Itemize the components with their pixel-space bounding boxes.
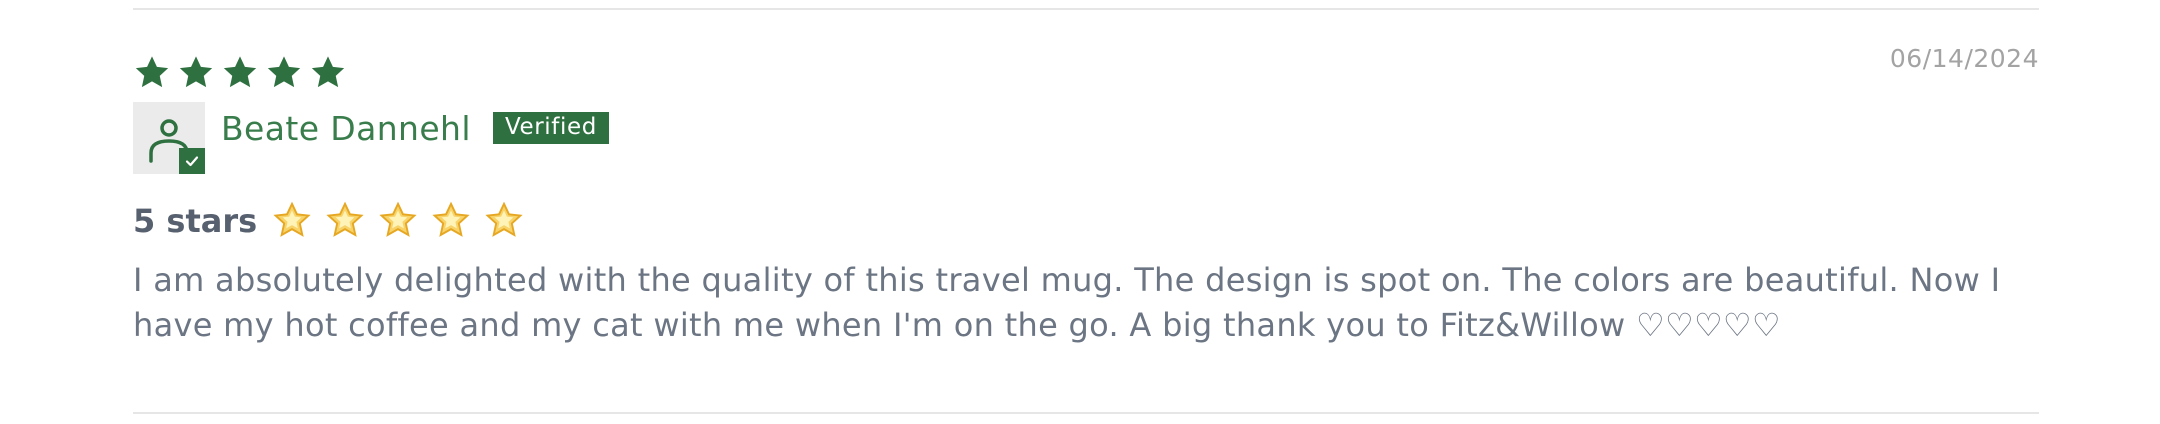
title-emoji-stars [271, 200, 525, 242]
glowing-star-icon [271, 200, 313, 242]
top-divider [133, 8, 2039, 10]
star-icon [267, 56, 301, 88]
star-icon [223, 56, 257, 88]
author-name: Beate Dannehl [221, 108, 471, 148]
review-body: I am absolutely delighted with the quali… [133, 261, 2001, 344]
avatar [133, 102, 205, 174]
star-icon [179, 56, 213, 88]
glowing-star-icon [377, 200, 419, 242]
check-icon [185, 156, 199, 167]
glowing-star-icon [430, 200, 472, 242]
star-icon [311, 56, 345, 88]
review-title-text: 5 stars [133, 202, 258, 240]
glowing-star-icon [483, 200, 525, 242]
verified-badge: Verified [492, 112, 609, 144]
review-title: 5 stars [133, 200, 525, 242]
author-row: Beate Dannehl Verified [133, 102, 609, 174]
review-item: 06/14/2024 Beate Dannehl Verified 5 star… [133, 40, 2039, 400]
verified-check-badge [179, 148, 205, 174]
rating-stars [133, 54, 347, 92]
review-date: 06/14/2024 [1889, 44, 2039, 73]
bottom-divider [133, 412, 2039, 414]
star-icon [135, 56, 169, 88]
glowing-star-icon [324, 200, 366, 242]
